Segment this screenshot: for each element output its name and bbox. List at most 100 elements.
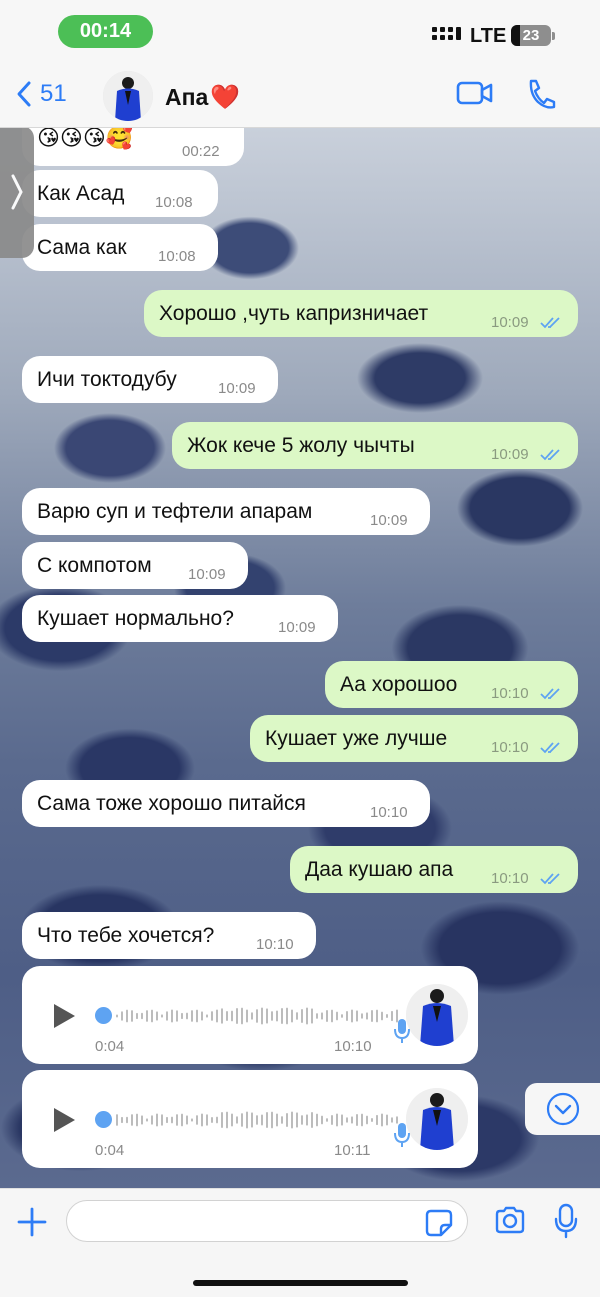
waveform-bar: [201, 1113, 203, 1127]
message-incoming[interactable]: Варю суп и тефтели апарам 10:09: [22, 488, 430, 535]
waveform-bar: [121, 1116, 123, 1124]
message-text: Варю суп и тефтели апарам: [37, 499, 313, 523]
heart-emoji: ❤️: [210, 84, 241, 111]
side-panel-handle[interactable]: [0, 126, 34, 258]
waveform-bar: [211, 1116, 213, 1124]
voice-duration: 0:04: [95, 1142, 125, 1159]
waveform-bar: [146, 1010, 148, 1022]
message-time: 10:08: [158, 248, 196, 265]
read-receipt-icon: [540, 742, 560, 754]
scroll-to-bottom-button[interactable]: [525, 1083, 600, 1135]
waveform-bar: [316, 1013, 318, 1019]
waveform-bar: [181, 1113, 183, 1127]
waveform-bar: [216, 1009, 218, 1023]
waveform-bar: [296, 1112, 298, 1128]
message-outgoing[interactable]: Жок кече 5 жолу чычты 10:09: [172, 422, 578, 469]
waveform-bar: [356, 1113, 358, 1127]
waveform-bar: [226, 1010, 228, 1022]
waveform-bar: [346, 1117, 348, 1123]
message-text: Как Асад: [37, 181, 125, 205]
message-time: 10:10: [491, 685, 529, 702]
waveform-bar: [171, 1116, 173, 1124]
battery-icon: 23: [511, 25, 551, 46]
battery-level: 23: [522, 27, 540, 44]
voice-call-button[interactable]: [526, 78, 556, 115]
status-time[interactable]: 00:14: [58, 15, 153, 48]
camera-icon[interactable]: [494, 1206, 526, 1234]
message-incoming[interactable]: С компотом 10:09: [22, 542, 248, 589]
waveform-bar: [271, 1111, 273, 1129]
waveform-bar: [311, 1008, 313, 1024]
waveform-bar: [126, 1116, 128, 1124]
play-icon[interactable]: [52, 1003, 76, 1029]
read-receipt-icon: [540, 317, 560, 329]
waveform-bar: [141, 1012, 143, 1020]
plus-icon[interactable]: [17, 1207, 47, 1237]
message-incoming[interactable]: Ичи токтодубу 10:09: [22, 356, 278, 403]
contact-name[interactable]: Апа ❤️: [165, 83, 240, 112]
waveform-bar: [141, 1115, 143, 1125]
message-incoming[interactable]: Что тебе хочется? 10:10: [22, 912, 316, 959]
waveform-bar: [281, 1008, 283, 1024]
waveform-bar: [236, 1116, 238, 1124]
waveform-bar: [131, 1114, 133, 1126]
message-text: Ичи токтодубу: [37, 367, 177, 391]
voice-message[interactable]: 0:04 10:11: [22, 1070, 478, 1168]
battery-tip: [552, 32, 555, 40]
message-time: 10:08: [155, 194, 193, 211]
voice-sender-avatar: [406, 984, 468, 1046]
microphone-icon[interactable]: [554, 1203, 578, 1239]
back-button[interactable]: 51: [16, 80, 67, 108]
message-outgoing[interactable]: Даа кушаю апа 10:10: [290, 846, 578, 893]
waveform-bar: [331, 1114, 333, 1126]
sticker-icon[interactable]: [425, 1209, 453, 1237]
waveform-bar: [221, 1112, 223, 1128]
message-input[interactable]: [66, 1200, 468, 1242]
message-incoming[interactable]: Сама тоже хорошо питайся 10:10: [22, 780, 430, 827]
message-text: Сама как: [37, 235, 127, 259]
message-incoming[interactable]: Как Асад 10:08: [22, 170, 218, 217]
voice-message[interactable]: 0:04 10:10: [22, 966, 478, 1064]
waveform-bar: [301, 1009, 303, 1023]
voice-time: 10:11: [334, 1142, 371, 1159]
waveform-bar: [176, 1010, 178, 1022]
contact-avatar[interactable]: [103, 71, 153, 121]
video-call-button[interactable]: [456, 80, 494, 111]
message-incoming[interactable]: Сама как 10:08: [22, 224, 218, 271]
playback-position-dot[interactable]: [95, 1111, 112, 1128]
message-text: Жок кече 5 жолу чычты: [187, 433, 415, 457]
voice-sender-avatar: [406, 1088, 468, 1150]
waveform-bar: [151, 1115, 153, 1125]
waveform-bar: [306, 1114, 308, 1126]
message-outgoing[interactable]: Аа хорошоо 10:10: [325, 661, 578, 708]
message-time: 10:09: [278, 619, 316, 636]
waveform-bar: [186, 1012, 188, 1020]
waveform-bar: [341, 1114, 343, 1126]
waveform-bar: [211, 1011, 213, 1021]
message-time: 10:10: [491, 739, 529, 756]
message-outgoing[interactable]: Хорошо ,чуть капризничает 10:09: [144, 290, 578, 337]
waveform-bar: [266, 1112, 268, 1128]
message-incoming[interactable]: Кушает нормально? 10:09: [22, 595, 338, 642]
waveform-bar: [356, 1010, 358, 1022]
waveform-bar: [151, 1009, 153, 1023]
message-time: 10:10: [370, 804, 408, 821]
waveform-bar: [391, 1010, 393, 1022]
waveform-bar: [251, 1112, 253, 1128]
play-icon[interactable]: [52, 1107, 76, 1133]
waveform-bar: [196, 1115, 198, 1125]
playback-position-dot[interactable]: [95, 1007, 112, 1024]
waveform-bar: [361, 1113, 363, 1127]
microphone-icon: [394, 1019, 410, 1043]
waveform: [116, 1111, 398, 1129]
waveform-bar: [241, 1007, 243, 1025]
waveform-bar: [366, 1012, 368, 1020]
waveform-bar: [256, 1009, 258, 1023]
message-outgoing[interactable]: Кушает уже лучше 10:10: [250, 715, 578, 762]
waveform-bar: [176, 1114, 178, 1126]
waveform-bar: [371, 1117, 373, 1123]
waveform-bar: [336, 1011, 338, 1021]
read-receipt-icon: [540, 449, 560, 461]
waveform-bar: [346, 1010, 348, 1022]
header-bar: 00:14 LTE 23 51 Апа ❤️: [0, 0, 600, 128]
